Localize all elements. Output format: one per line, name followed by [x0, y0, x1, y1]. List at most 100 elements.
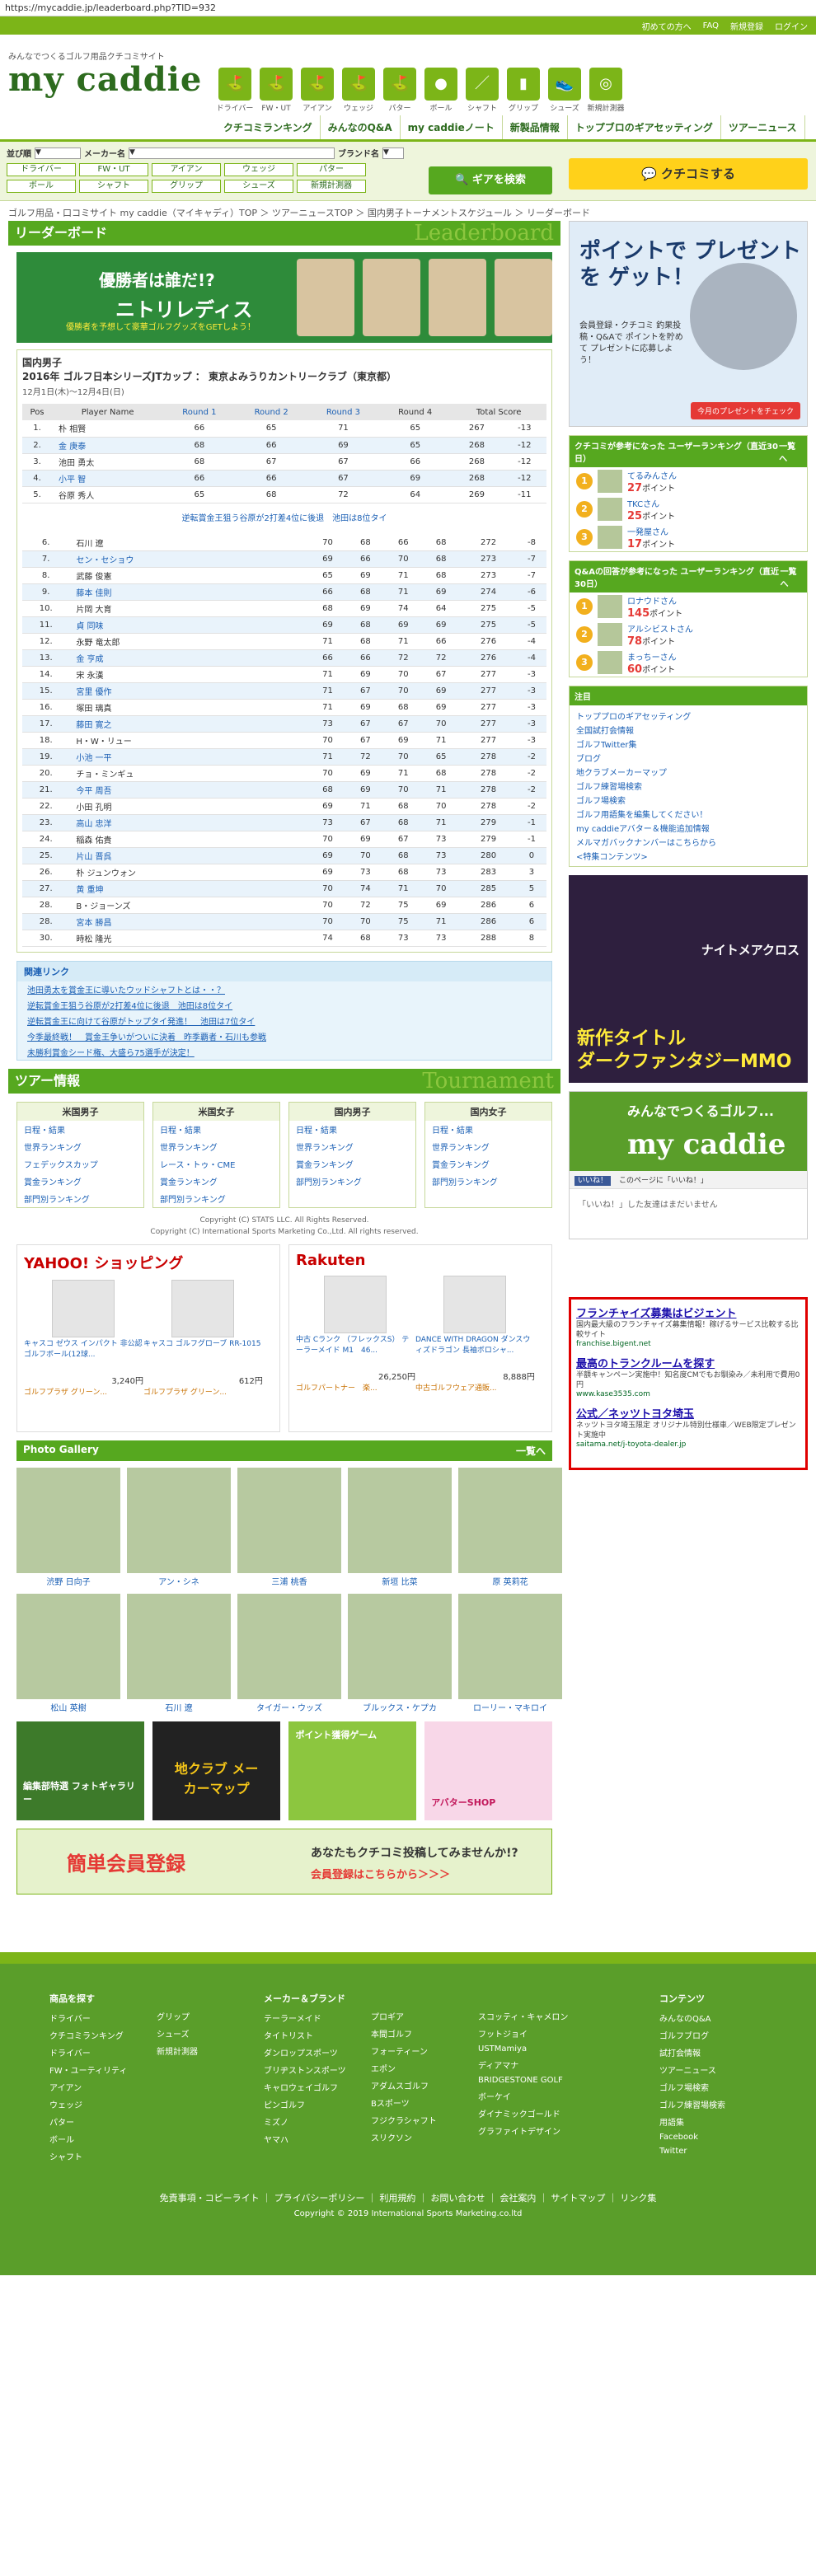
tour-link[interactable]: 世界ランキング	[289, 1138, 415, 1155]
tour-link[interactable]: 世界ランキング	[425, 1138, 551, 1155]
nitori-banner[interactable]: 優勝者は誰だ!? ニトリレディス 優勝者を予想して豪華ゴルフグッズをGETしよう…	[16, 252, 552, 343]
maker-select[interactable]: ▼	[129, 147, 335, 159]
gallery-photo[interactable]: 松山 英樹	[16, 1594, 120, 1713]
ranking-item[interactable]: 1 てるみんさん 27ポイント	[570, 467, 807, 495]
cat-driver[interactable]: ⛳ ドライバー	[216, 68, 254, 113]
ranking-item[interactable]: 2 TKCさん 25ポイント	[570, 495, 807, 523]
chip-iron[interactable]: アイアン	[152, 163, 221, 176]
player-name[interactable]: 小田 孔明	[69, 798, 309, 815]
gallery-photo[interactable]: 三浦 桃香	[237, 1468, 341, 1587]
login-link[interactable]: ログイン	[775, 20, 808, 32]
user-name[interactable]: TKCさん	[627, 497, 675, 509]
cat-shoes[interactable]: 👟 シューズ	[546, 68, 584, 113]
player-name[interactable]: 片岡 大育	[69, 600, 309, 617]
footer-link[interactable]: ブリヂストンスポーツ	[264, 2063, 346, 2076]
gallery-photo[interactable]: 原 英莉花	[458, 1468, 562, 1587]
user-name[interactable]: アルシビストさん	[627, 622, 693, 635]
related-link[interactable]: 逆転賞金王に向けて谷原がトップタイ発進！ 池田は7位タイ	[17, 1013, 551, 1028]
breadcrumb[interactable]: ゴルフ用品・口コミサイト my caddie（マイキャディ）TOP ＞ ツアーニ…	[0, 201, 816, 221]
facebook-banner[interactable]: みんなでつくるゴルフ... my caddie	[570, 1092, 807, 1171]
tour-link[interactable]: 賞金ランキング	[289, 1155, 415, 1173]
footer-link[interactable]: シャフト	[49, 2150, 127, 2162]
related-link[interactable]: 今季最終戦！ 賞金王争いがついに決着 昨季覇者・石川も参戦	[17, 1028, 551, 1044]
ad-url[interactable]: franchise.bigent.net	[576, 1340, 800, 1348]
notice-link[interactable]: ゴルフ練習場検索	[576, 779, 800, 793]
promo-photo-gallery[interactable]: 編集部特選 フォトギャラリー	[16, 1721, 144, 1820]
player-name[interactable]: 小平 智	[52, 470, 164, 487]
footer-link[interactable]: フジクラシャフト	[371, 2114, 437, 2126]
footer-link[interactable]: アダムスゴルフ	[371, 2079, 437, 2091]
ranking-more-link[interactable]: 一覧へ	[779, 439, 802, 464]
player-name[interactable]: 宮本 勝昌	[69, 913, 309, 930]
footer-link[interactable]: スコッティ・キャメロン	[478, 2010, 568, 2022]
nav-gear[interactable]: トップブロのギアセッティング	[568, 115, 721, 139]
user-name[interactable]: まっちーさん	[627, 650, 677, 663]
present-check-button[interactable]: 今月のプレゼントをチェック	[690, 402, 800, 419]
player-name[interactable]: H・W・リュー	[69, 732, 309, 749]
gear-search-button[interactable]: 🔍 ギアを検索	[429, 166, 552, 194]
tour-link[interactable]: 部門別ランキング	[425, 1173, 551, 1190]
player-name[interactable]: 片山 晋呉	[69, 847, 309, 864]
chip-putter[interactable]: パター	[297, 163, 366, 176]
player-name[interactable]: 宮里 優作	[69, 682, 309, 700]
player-name[interactable]: 石川 遼	[69, 534, 309, 551]
nav-qa[interactable]: みんなのQ&A	[321, 115, 401, 139]
user-name[interactable]: ロナウドさん	[627, 594, 682, 607]
tour-link[interactable]: 部門別ランキング	[289, 1173, 415, 1190]
footer-link[interactable]: ドライバー	[49, 2046, 127, 2058]
cat-ball[interactable]: ● ボール	[422, 68, 460, 113]
ranking-item[interactable]: 2 アルシビストさん 78ポイント	[570, 621, 807, 649]
player-name[interactable]: 時松 隆光	[69, 930, 309, 947]
related-link[interactable]: 池田勇太を賞金王に導いたウッドシャフトとは・・？	[17, 981, 551, 997]
cat-putter[interactable]: ⛳ パター	[381, 68, 419, 113]
notice-link[interactable]: 全国試打会情報	[576, 723, 800, 737]
footer-link[interactable]: みんなのQ&A	[659, 2012, 725, 2024]
footer-link[interactable]: グラファイトデザイン	[478, 2124, 568, 2137]
cat-fw-ut[interactable]: ⛳ FW・UT	[257, 68, 295, 113]
gallery-photo[interactable]: 新垣 比菜	[348, 1468, 452, 1587]
footer-link[interactable]: プロギア	[371, 2010, 437, 2022]
ad-title[interactable]: フランチャイズ募集はビジェント	[576, 1304, 800, 1320]
footer-link[interactable]: タイトリスト	[264, 2029, 346, 2041]
register-link[interactable]: 新規登録	[730, 20, 763, 32]
tour-link[interactable]: 賞金ランキング	[425, 1155, 551, 1173]
notice-link[interactable]: <特集コンテンツ>	[576, 849, 800, 863]
player-name[interactable]: 朴 相賢	[52, 420, 164, 438]
chip-shaft[interactable]: シャフト	[79, 180, 148, 193]
notice-link[interactable]: ブログ	[576, 751, 800, 765]
footer-link[interactable]: パター	[49, 2115, 127, 2128]
player-name[interactable]: B・ジョーンズ	[69, 897, 309, 914]
like-button[interactable]: いいね！	[574, 1176, 612, 1186]
gallery-photo[interactable]: ブルックス・ケプカ	[348, 1594, 452, 1713]
point-present-ad[interactable]: ポイントで プレゼントを ゲット！ 会員登録・クチコミ 釣果投稿・Q&Aで ポイ…	[569, 221, 808, 427]
promo-point-game[interactable]: ポイント獲得ゲーム	[288, 1721, 417, 1820]
nav-new[interactable]: 新製品情報	[503, 115, 568, 139]
player-name[interactable]: 貞 同味	[69, 616, 309, 634]
site-logo[interactable]: みんなでつくるゴルフ用品クチコミサイト my caddie	[8, 49, 206, 98]
footer-link[interactable]: シューズ	[157, 2027, 198, 2040]
tour-link[interactable]: レース・トゥ・CME	[153, 1155, 279, 1173]
notice-link[interactable]: ゴルフTwitter集	[576, 737, 800, 751]
footer-link[interactable]: アイアン	[49, 2081, 127, 2093]
footer-link[interactable]: USTMamiya	[478, 2044, 568, 2054]
footer-link[interactable]: ディアマナ	[478, 2058, 568, 2071]
brand-select[interactable]: ▼	[382, 147, 404, 159]
player-name[interactable]: 谷原 秀人	[52, 486, 164, 503]
ad-url[interactable]: www.kase3535.com	[576, 1390, 800, 1398]
ranking-item[interactable]: 1 ロナウドさん 145ポイント	[570, 592, 807, 621]
player-name[interactable]: 今平 周吾	[69, 781, 309, 799]
order-select[interactable]: ▼	[35, 147, 81, 159]
cat-wedge[interactable]: ⛳ ウェッジ	[340, 68, 378, 113]
footer-link[interactable]: ゴルフブログ	[659, 2029, 725, 2041]
product-card[interactable]: キャスコ ゼウス インパクト 非公認 ゴルフボール(12球... 3,240円 ゴル…	[24, 1280, 143, 1397]
footer-link[interactable]: キャロウェイゴルフ	[264, 2081, 346, 2093]
footer-link[interactable]: フォーティーン	[371, 2044, 437, 2057]
gallery-photo[interactable]: タイガー・ウッズ	[237, 1594, 341, 1713]
gallery-photo[interactable]: アン・シネ	[127, 1468, 231, 1587]
qa-ranking-more-link[interactable]: 一覧へ	[780, 564, 802, 589]
notice-link[interactable]: ゴルフ場検索	[576, 793, 800, 807]
gallery-photo[interactable]: ローリー・マキロイ	[458, 1594, 562, 1713]
gallery-photo[interactable]: 石川 遼	[127, 1594, 231, 1713]
footer-link[interactable]: Bスポーツ	[371, 2096, 437, 2109]
related-link[interactable]: 未勝利賞金シード権、大盛ら75選手が決定！	[17, 1044, 551, 1060]
